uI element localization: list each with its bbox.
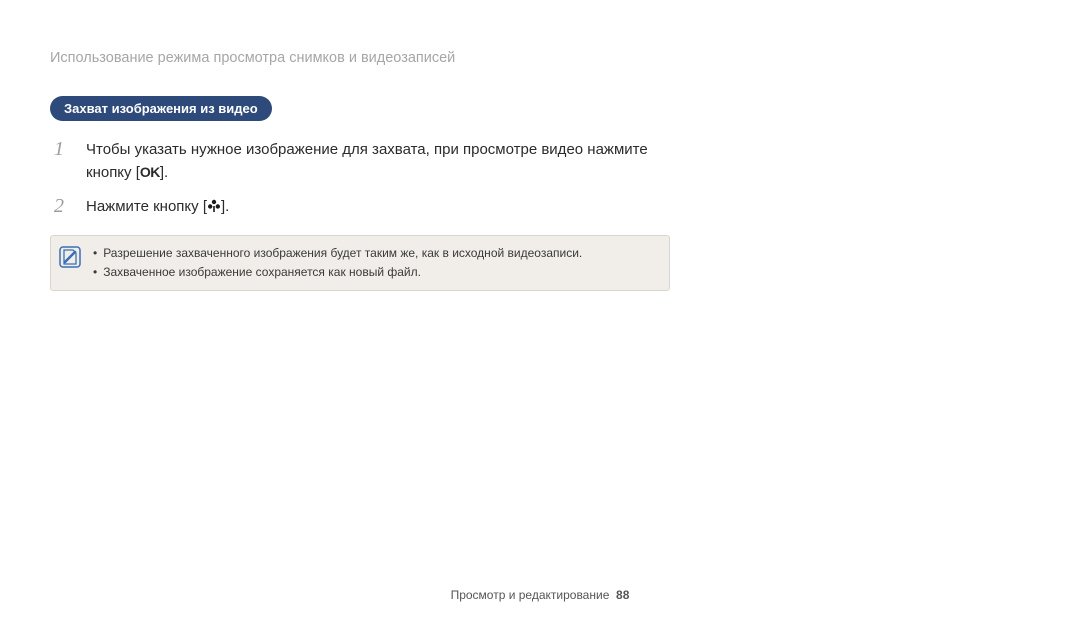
note-item: Разрешение захваченного изображения буде… <box>93 244 582 263</box>
note-icon <box>59 246 81 273</box>
step-1: 1 Чтобы указать нужное изображение для з… <box>50 137 650 184</box>
step-pre-text: Нажмите кнопку [ <box>86 198 207 215</box>
step-pre-text: Чтобы указать нужное изображение для зах… <box>86 141 648 181</box>
note-callout: Разрешение захваченного изображения буде… <box>50 235 670 291</box>
step-2: 2 Нажмите кнопку []. <box>50 194 650 221</box>
note-item: Захваченное изображение сохраняется как … <box>93 263 582 282</box>
note-list: Разрешение захваченного изображения буде… <box>93 244 582 282</box>
macro-flower-icon <box>207 198 221 221</box>
chapter-header: Использование режима просмотра снимков и… <box>50 50 650 66</box>
step-text: Чтобы указать нужное изображение для зах… <box>86 137 650 184</box>
footer-section: Просмотр и редактирование <box>451 588 610 602</box>
ok-button-icon: OK <box>140 164 160 180</box>
section-heading-pill: Захват изображения из видео <box>50 96 272 121</box>
step-post-text: ]. <box>160 164 168 181</box>
page-number: 88 <box>616 588 629 602</box>
page-content: Использование режима просмотра снимков и… <box>0 0 700 291</box>
page-footer: Просмотр и редактирование 88 <box>0 588 1080 602</box>
step-post-text: ]. <box>221 198 229 215</box>
step-text: Нажмите кнопку []. <box>86 194 229 221</box>
step-number: 1 <box>54 137 76 161</box>
step-number: 2 <box>54 194 76 218</box>
